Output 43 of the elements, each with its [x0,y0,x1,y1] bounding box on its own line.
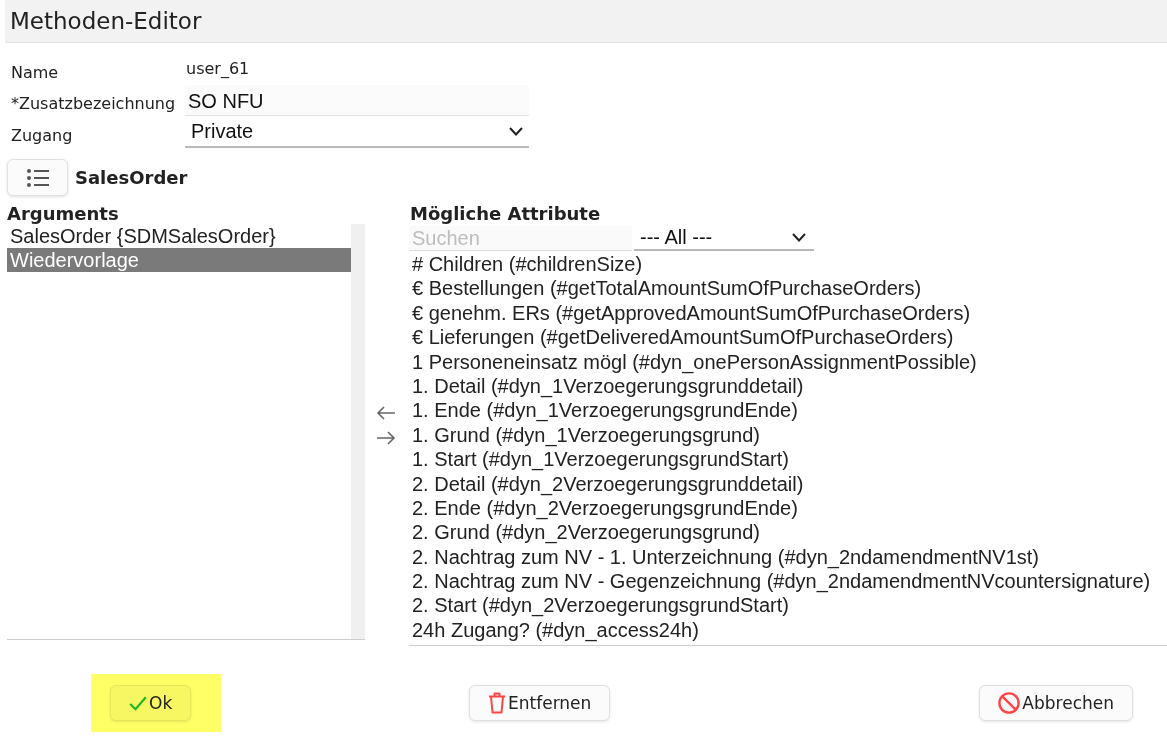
list-item[interactable]: € Lieferungen (#getDeliveredAmountSumOfPurchaseOrders) [409,325,1167,350]
trash-icon [488,692,506,715]
field-label: Zugang [11,124,74,145]
dropdown-select[interactable]: Private [185,117,529,148]
list-item[interactable]: 1 Personeneinsatz mögl (#dyn_onePersonAssignmentPossible) [409,349,1167,374]
list-item[interactable]: SalesOrder {SDMSalesOrder} [7,224,351,248]
list-item[interactable]: € genehm. ERs (#getApprovedAmountSumOfPurchaseOrders) [409,300,1167,326]
list-item[interactable]: 2. Detail (#dyn_2Verzoegerungsgrunddetail) [409,471,1167,496]
list-item[interactable]: € Bestellungen (#getTotalAmountSumOfPurchaseOrders) [409,276,1167,301]
field-value: user_61 [185,58,250,78]
field-label: *Zusatzbezeichnung [11,92,177,113]
filter-select[interactable]: --- All --- [634,226,814,251]
list-item[interactable]: # Children (#childrenSize) [409,252,1167,277]
section-heading: Arguments [7,204,120,224]
section-heading: Mögliche Attribute [409,204,602,226]
search-field[interactable]: Suchen [409,226,632,251]
list-item[interactable]: Wiedervorlage [7,248,351,272]
text-input[interactable]: SO NFU [185,85,529,116]
chevron-down-icon [792,233,806,242]
list-item[interactable]: 2. Start (#dyn_2VerzoegerungsgrundStart) [409,593,1167,618]
window-title: Methoden-Editor [10,8,202,34]
list-item[interactable]: 2. Nachtrag zum NV - 1. Unterzeichnung (#dyn_2ndamendmentNV1st) [409,544,1167,570]
class-title: SalesOrder [75,167,188,188]
list-icon [26,168,49,187]
list-view-button[interactable] [7,159,68,196]
remove-button[interactable]: Entfernen [469,685,611,722]
right-arrow-icon [376,430,396,445]
list-item[interactable]: 2. Nachtrag zum NV - Gegenzeichnung (#dyn_2ndamendmentNVcountersignature) [409,569,1167,594]
list-item[interactable]: 1. Grund (#dyn_1Verzoegerungsgrund) [409,422,1167,448]
chevron-down-icon [509,127,523,136]
list-item[interactable]: 1. Detail (#dyn_1Verzoegerungsgrunddetail) [409,373,1167,399]
list-item[interactable]: 1. Start (#dyn_1VerzoegerungsgrundStart) [409,447,1167,472]
field-label: Name [11,62,60,82]
left-arrow-icon [376,405,396,420]
scrollbar[interactable] [351,224,365,639]
prohibited-icon [998,692,1021,715]
check-icon [129,695,147,711]
list-item[interactable]: 1. Ende (#dyn_1VerzoegerungsgrundEnde) [409,398,1167,423]
cancel-button[interactable]: Abbrechen [979,685,1133,722]
list-item[interactable]: 2. Grund (#dyn_2Verzoegerungsgrund) [409,520,1167,545]
ok-button[interactable]: Ok [110,685,192,722]
list-item[interactable]: 2. Ende (#dyn_2VerzoegerungsgrundEnde) [409,495,1167,521]
list-item[interactable]: 24h Zugang? (#dyn_access24h) [409,617,1167,643]
